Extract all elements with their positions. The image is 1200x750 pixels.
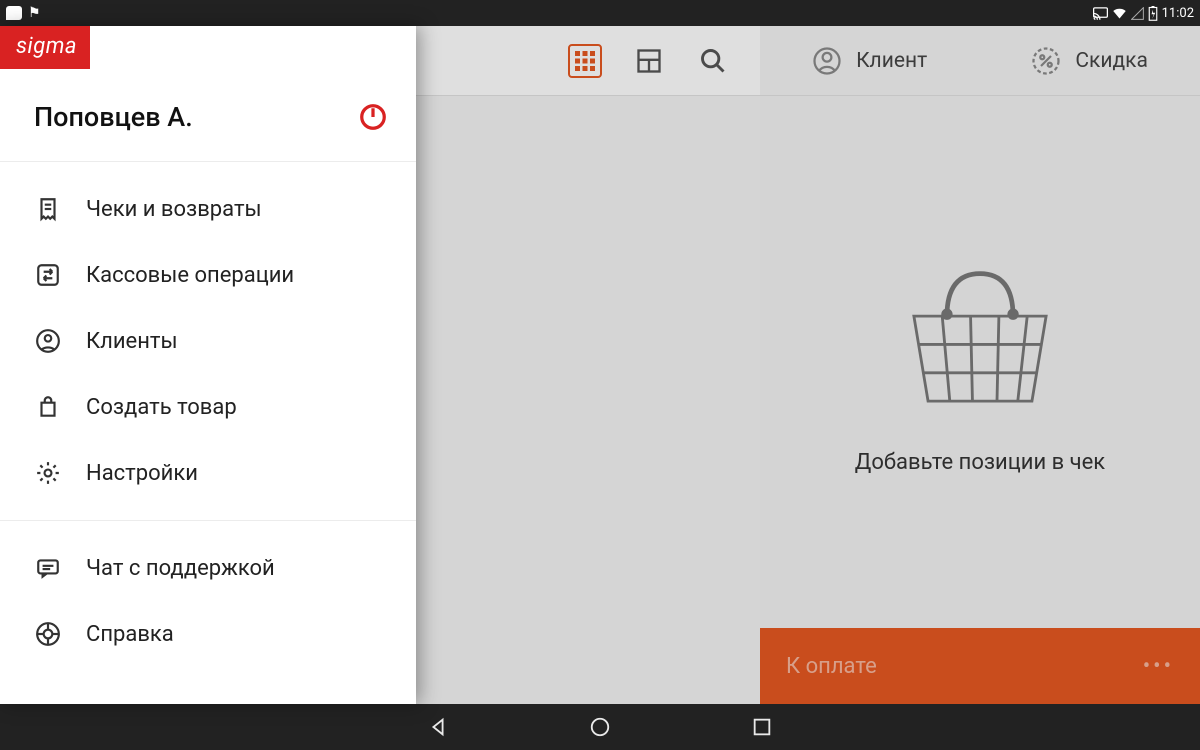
menu-label: Чат с поддержкой	[86, 556, 275, 581]
system-navbar	[0, 704, 1200, 750]
client-label: Клиент	[856, 49, 927, 73]
basket-icon	[885, 250, 1075, 420]
person-circle-icon	[34, 327, 62, 355]
pay-button[interactable]: К оплате •••	[760, 628, 1200, 704]
status-bar: ⚑ 11:02	[0, 0, 1200, 26]
home-icon[interactable]	[589, 716, 611, 738]
status-time: 11:02	[1162, 6, 1194, 21]
cast-icon	[1093, 7, 1108, 20]
bag-icon	[34, 393, 62, 421]
notification-icon	[6, 6, 22, 20]
power-icon[interactable]	[358, 102, 388, 132]
discount-icon	[1031, 46, 1061, 76]
help-icon	[34, 620, 62, 648]
grid-view-icon[interactable]	[568, 44, 602, 78]
navigation-drawer: sigma Поповцев А. Чеки и возвраты Кассов…	[0, 26, 416, 704]
chat-icon	[34, 554, 62, 582]
discount-label: Скидка	[1075, 49, 1148, 73]
menu-label: Настройки	[86, 461, 198, 486]
swap-icon	[34, 261, 62, 289]
cart-empty-text: Добавьте позиции в чек	[855, 450, 1105, 475]
more-icon[interactable]: •••	[1143, 654, 1174, 679]
menu-section-1: Чеки и возвраты Кассовые операции Клиент…	[0, 162, 416, 520]
search-icon[interactable]	[696, 44, 730, 78]
cart-empty-state: Добавьте позиции в чек	[760, 96, 1200, 628]
discount-button[interactable]: Скидка	[1031, 46, 1148, 76]
menu-label: Кассовые операции	[86, 263, 294, 288]
receipt-icon	[34, 195, 62, 223]
user-name: Поповцев А.	[34, 101, 193, 133]
cart-pane: Клиент Скидка Добавьте позиции в чек	[760, 26, 1200, 704]
brand-logo: sigma	[0, 26, 90, 69]
menu-label: Клиенты	[86, 329, 178, 354]
client-button[interactable]: Клиент	[812, 46, 927, 76]
back-icon[interactable]	[427, 716, 449, 738]
menu-item-create-product[interactable]: Создать товар	[0, 374, 416, 440]
menu-label: Создать товар	[86, 395, 237, 420]
menu-item-help[interactable]: Справка	[0, 601, 416, 667]
battery-icon	[1148, 6, 1158, 21]
menu-item-cash-ops[interactable]: Кассовые операции	[0, 242, 416, 308]
menu-item-receipts[interactable]: Чеки и возвраты	[0, 176, 416, 242]
status-icons: 11:02	[1093, 6, 1194, 21]
menu-section-2: Чат с поддержкой Справка	[0, 521, 416, 681]
signal-icon	[1131, 7, 1144, 20]
person-icon	[812, 46, 842, 76]
menu-item-clients[interactable]: Клиенты	[0, 308, 416, 374]
gear-icon	[34, 459, 62, 487]
menu-label: Справка	[86, 622, 174, 647]
menu-item-settings[interactable]: Настройки	[0, 440, 416, 506]
pay-label: К оплате	[786, 654, 877, 679]
menu-label: Чеки и возвраты	[86, 197, 262, 222]
layout-view-icon[interactable]	[632, 44, 666, 78]
recents-icon[interactable]	[751, 716, 773, 738]
wifi-icon	[1112, 7, 1127, 20]
flag-icon: ⚑	[28, 6, 42, 20]
menu-item-support-chat[interactable]: Чат с поддержкой	[0, 535, 416, 601]
